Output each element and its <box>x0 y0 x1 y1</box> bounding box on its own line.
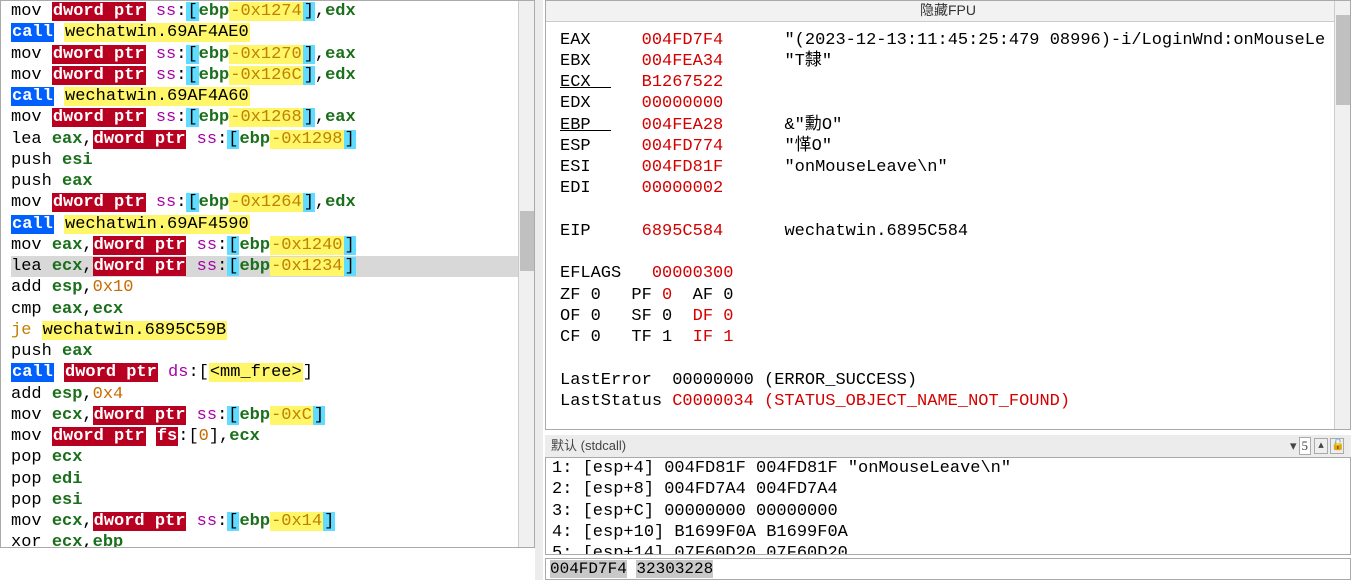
disasm-line[interactable]: call wechatwin.69AF4590 <box>11 214 526 235</box>
disasm-line[interactable]: mov dword ptr ss:[ebp-0x126C],edx <box>11 65 526 86</box>
dump-row[interactable]: 004FD7F4 32303228 <box>546 559 1350 579</box>
vertical-splitter[interactable] <box>535 0 543 580</box>
hide-fpu-button[interactable]: 隐藏FPU <box>546 1 1350 22</box>
disasm-line[interactable]: call wechatwin.69AF4AE0 <box>11 22 526 43</box>
disasm-line[interactable]: mov dword ptr ss:[ebp-0x1268],eax <box>11 107 526 128</box>
disasm-line[interactable]: je wechatwin.6895C59B <box>11 320 526 341</box>
register-row[interactable]: EBP 004FEA28 &"勳O" <box>560 115 1336 136</box>
stack-param-row[interactable]: 5: [esp+14] 07F60D20 07F60D20 <box>546 543 1350 555</box>
call-convention-select[interactable]: 默认 (stdcall) <box>551 438 626 454</box>
eip-row[interactable]: EIP 6895C584 wechatwin.6895C584 <box>560 221 1336 242</box>
disasm-line[interactable]: push esi <box>11 150 526 171</box>
stack-params-pane[interactable]: 1: [esp+4] 004FD81F 004FD81F "onMouseLea… <box>545 457 1351 555</box>
disasm-line[interactable]: pop ecx <box>11 447 526 468</box>
unlock-icon[interactable]: 🔓 <box>1330 438 1344 454</box>
registers-list: EAX 004FD7F4 "(2023-12-13:11:45:25:479 0… <box>546 22 1350 413</box>
scrollbar[interactable] <box>518 1 534 547</box>
disasm-line[interactable]: pop esi <box>11 490 526 511</box>
stack-param-row[interactable]: 3: [esp+C] 00000000 00000000 <box>546 501 1350 522</box>
chevron-down-icon[interactable]: ▾ <box>1290 438 1297 454</box>
register-row[interactable]: EDI 00000002 <box>560 178 1336 199</box>
register-row[interactable]: ESP 004FD774 "愅O" <box>560 136 1336 157</box>
disasm-line[interactable]: mov dword ptr ss:[ebp-0x1270],eax <box>11 44 526 65</box>
spin-up-icon[interactable]: ▴ <box>1314 438 1328 454</box>
lasterror-row[interactable]: LastError 00000000 (ERROR_SUCCESS) <box>560 370 1336 391</box>
flags-row[interactable]: ZF 0 PF 0 AF 0 <box>560 285 1336 306</box>
disasm-line[interactable]: cmp eax,ecx <box>11 299 526 320</box>
disasm-line[interactable]: add esp,0x4 <box>11 384 526 405</box>
scrollbar[interactable] <box>1334 1 1350 429</box>
disasm-line[interactable]: xor ecx,ebp <box>11 532 526 548</box>
eflags-row[interactable]: EFLAGS 00000300 <box>560 263 1336 284</box>
disasm-line[interactable]: push eax <box>11 171 526 192</box>
disasm-line[interactable]: pop edi <box>11 469 526 490</box>
disasm-line[interactable]: mov eax,dword ptr ss:[ebp-0x1240] <box>11 235 526 256</box>
disasm-line[interactable]: call dword ptr ds:[<mm_free>] <box>11 362 526 383</box>
flags-row[interactable]: CF 0 TF 1 IF 1 <box>560 327 1336 348</box>
register-row[interactable]: EAX 004FD7F4 "(2023-12-13:11:45:25:479 0… <box>560 30 1336 51</box>
disasm-line[interactable]: add esp,0x10 <box>11 277 526 298</box>
registers-pane[interactable]: 隐藏FPU EAX 004FD7F4 "(2023-12-13:11:45:25… <box>545 0 1351 430</box>
disasm-line[interactable]: lea ecx,dword ptr ss:[ebp-0x1234] <box>11 256 526 277</box>
param-count-field[interactable]: 5 <box>1299 437 1312 455</box>
disasm-line[interactable]: mov dword ptr fs:[0],ecx <box>11 426 526 447</box>
disasm-line[interactable]: mov ecx,dword ptr ss:[ebp-0x14] <box>11 511 526 532</box>
register-row[interactable]: ECX B1267522 <box>560 72 1336 93</box>
disasm-line[interactable]: push eax <box>11 341 526 362</box>
disasm-line[interactable]: lea eax,dword ptr ss:[ebp-0x1298] <box>11 129 526 150</box>
stack-param-row[interactable]: 4: [esp+10] B1699F0A B1699F0A <box>546 522 1350 543</box>
laststatus-row[interactable]: LastStatus C0000034 (STATUS_OBJECT_NAME_… <box>560 391 1336 412</box>
stack-param-row[interactable]: 1: [esp+4] 004FD81F 004FD81F "onMouseLea… <box>546 458 1350 479</box>
disassembly-list[interactable]: mov dword ptr ss:[ebp-0x1274],edxcall we… <box>1 1 534 548</box>
call-convention-bar: 默认 (stdcall) ▾ 5 ▴ 🔓 <box>545 435 1351 457</box>
disasm-line[interactable]: mov dword ptr ss:[ebp-0x1274],edx <box>11 1 526 22</box>
stack-param-row[interactable]: 2: [esp+8] 004FD7A4 004FD7A4 <box>546 479 1350 500</box>
register-row[interactable]: EDX 00000000 <box>560 93 1336 114</box>
dump-pane[interactable]: 004FD7F4 32303228 <box>545 558 1351 580</box>
disasm-line[interactable]: mov ecx,dword ptr ss:[ebp-0xC] <box>11 405 526 426</box>
flags-row[interactable]: OF 0 SF 0 DF 0 <box>560 306 1336 327</box>
disasm-line[interactable]: mov dword ptr ss:[ebp-0x1264],edx <box>11 192 526 213</box>
disassembly-pane[interactable]: mov dword ptr ss:[ebp-0x1274],edxcall we… <box>0 0 535 548</box>
register-row[interactable]: ESI 004FD81F "onMouseLeave\n" <box>560 157 1336 178</box>
disasm-line[interactable]: call wechatwin.69AF4A60 <box>11 86 526 107</box>
register-row[interactable]: EBX 004FEA34 "T隸" <box>560 51 1336 72</box>
